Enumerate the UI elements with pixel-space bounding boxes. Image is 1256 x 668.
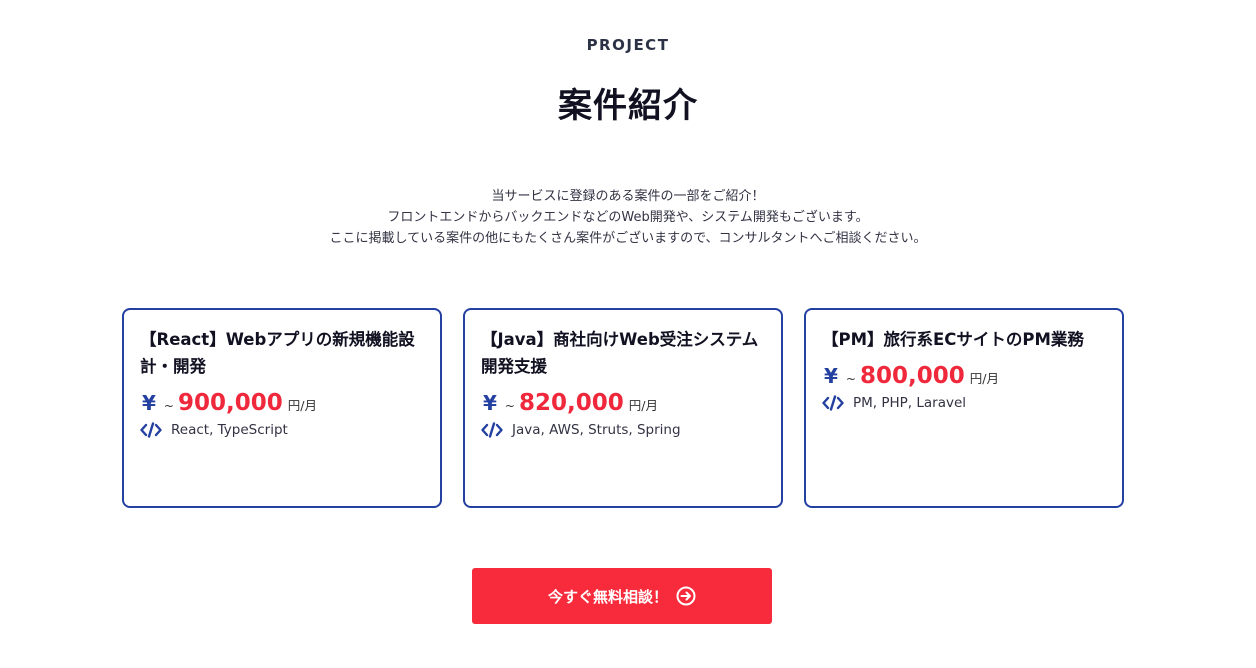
price-amount: 800,000	[859, 363, 965, 389]
project-card-list: 【React】Webアプリの新規機能設計・開発 ¥ ~ 900,000 円/月 …	[122, 308, 1124, 508]
code-icon	[822, 395, 844, 411]
price-row: ¥ ~ 900,000 円/月	[140, 390, 424, 420]
tech-row: Java, AWS, Struts, Spring	[481, 422, 765, 438]
code-icon	[140, 422, 162, 438]
lead-line: フロントエンドからバックエンドなどのWeb開発や、システム開発もございます。	[387, 210, 869, 225]
price-row: ¥ ~ 800,000 円/月	[822, 363, 1106, 393]
price-unit: 円/月	[287, 398, 317, 413]
lead-line: 当サービスに登録のある案件の一部をご紹介！	[491, 189, 765, 204]
arrow-circle-right-icon	[676, 586, 696, 606]
yen-icon: ¥	[824, 364, 838, 388]
tech-row: PM, PHP, Laravel	[822, 395, 1106, 411]
section-eyebrow: PROJECT	[586, 36, 670, 54]
price-unit: 円/月	[969, 371, 999, 386]
project-card-title: 【PM】旅行系ECサイトのPM業務	[822, 330, 1084, 349]
price-amount: 900,000	[177, 390, 283, 416]
tech-row: React, TypeScript	[140, 422, 424, 438]
price-row: ¥ ~ 820,000 円/月	[481, 390, 765, 420]
lead-line: ここに掲載している案件の他にもたくさん案件がございますので、コンサルタントへご相…	[329, 231, 927, 246]
tech-stack: PM, PHP, Laravel	[853, 395, 967, 411]
cta-label: 今すぐ無料相談！	[547, 587, 668, 606]
section-title: 案件紹介	[558, 86, 698, 126]
code-icon	[481, 422, 503, 438]
tech-stack: React, TypeScript	[171, 422, 288, 438]
free-consultation-button[interactable]: 今すぐ無料相談！	[472, 568, 772, 624]
price-tilde: ~	[504, 399, 515, 413]
price-tilde: ~	[845, 372, 856, 386]
project-card[interactable]: 【React】Webアプリの新規機能設計・開発 ¥ ~ 900,000 円/月 …	[122, 308, 442, 508]
price-tilde: ~	[163, 399, 174, 413]
project-card[interactable]: 【PM】旅行系ECサイトのPM業務 ¥ ~ 800,000 円/月 PM, PH…	[804, 308, 1124, 508]
tech-stack: Java, AWS, Struts, Spring	[512, 422, 681, 438]
yen-icon: ¥	[142, 391, 156, 415]
price-unit: 円/月	[628, 398, 658, 413]
price-amount: 820,000	[518, 390, 624, 416]
project-card-title: 【Java】商社向けWeb受注システム開発支援	[481, 330, 759, 376]
project-card-title: 【React】Webアプリの新規機能設計・開発	[140, 330, 415, 376]
section-lead: 当サービスに登録のある案件の一部をご紹介！ フロントエンドからバックエンドなどの…	[0, 186, 1256, 249]
project-section: PROJECT 案件紹介 当サービスに登録のある案件の一部をご紹介！ フロントエ…	[0, 0, 1256, 668]
project-card[interactable]: 【Java】商社向けWeb受注システム開発支援 ¥ ~ 820,000 円/月 …	[463, 308, 783, 508]
yen-icon: ¥	[483, 391, 497, 415]
